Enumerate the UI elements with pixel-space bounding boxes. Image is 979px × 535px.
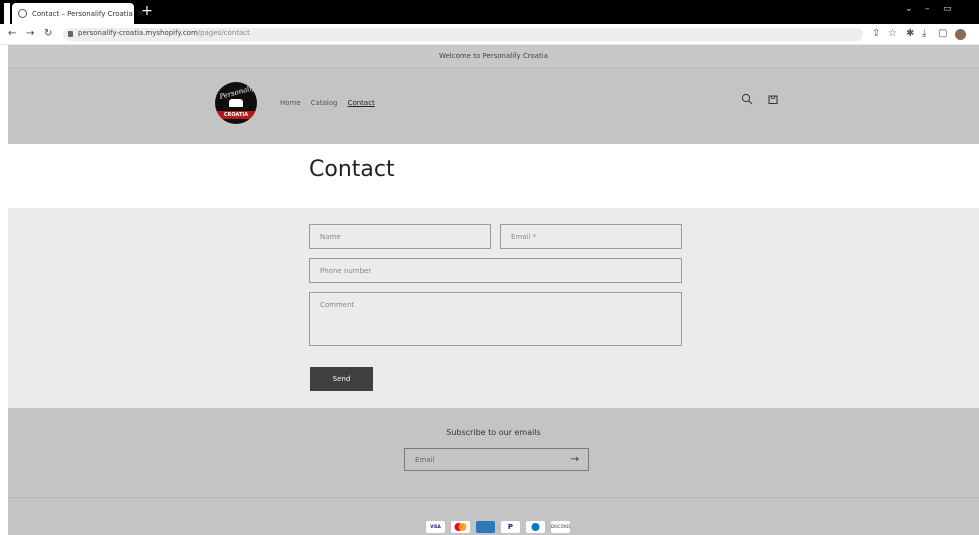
visa-icon: VISA (426, 521, 445, 533)
email-field[interactable]: Email * (500, 224, 682, 249)
web-page: Welcome to Personalify Croatia Personali… (8, 45, 979, 535)
share-icon[interactable]: ⇪ (872, 28, 880, 39)
main-navigation: Home Catalog Contact (280, 99, 375, 107)
payment-icons: VISA P DISCOVER (426, 521, 570, 533)
download-icon[interactable]: ⤓ (922, 28, 926, 39)
site-footer: Subscribe to our emails Email → VISA P D… (8, 408, 979, 535)
subscribe-arrow-icon[interactable]: → (571, 454, 579, 465)
tab-title: Contact – Personalify Croatia (32, 9, 133, 18)
lock-icon (68, 31, 73, 37)
newsletter-email-placeholder: Email (415, 456, 435, 464)
header-icons (741, 93, 779, 105)
page-title-section: Contact (8, 144, 979, 208)
name-field[interactable]: Name (309, 224, 491, 249)
nav-home-link[interactable]: Home (280, 99, 301, 107)
subscribe-title: Subscribe to our emails (446, 428, 541, 437)
discover-icon: DISCOVER (551, 521, 570, 533)
paypal-icon: P (501, 521, 520, 533)
store-logo[interactable]: Personalify CROATIA (215, 82, 257, 124)
tab-strip-edge (4, 3, 10, 24)
back-arrow-icon[interactable]: ← (8, 28, 16, 39)
phone-placeholder: Phone number (320, 267, 372, 275)
announcement-bar: Welcome to Personalify Croatia (8, 45, 979, 68)
cart-icon[interactable] (767, 93, 779, 105)
logo-hat-graphic (229, 99, 243, 107)
sidebar-icon[interactable]: ▢ (938, 28, 947, 39)
comment-field[interactable]: Comment (309, 292, 682, 346)
reload-icon[interactable]: ↻ (44, 28, 52, 39)
browser-tab[interactable]: Contact – Personalify Croatia × (12, 3, 144, 24)
extensions-icon[interactable]: ✱ (906, 28, 914, 39)
url-field[interactable]: personalify-croatia.myshopify.com/pages/… (63, 28, 863, 41)
send-button[interactable]: Send (310, 367, 373, 391)
favicon-icon (18, 9, 27, 18)
page-title: Contact (309, 157, 395, 182)
phone-field[interactable]: Phone number (309, 258, 682, 283)
name-placeholder: Name (320, 233, 341, 241)
address-bar: ← → ↻ personalify-croatia.myshopify.com/… (0, 24, 979, 45)
newsletter-email-input[interactable]: Email → (404, 448, 589, 471)
nav-catalog-link[interactable]: Catalog (311, 99, 338, 107)
footer-divider (8, 497, 979, 498)
mastercard-icon (451, 521, 470, 533)
minimize-icon[interactable]: – (925, 4, 930, 14)
profile-avatar[interactable] (955, 29, 966, 40)
tab-search-icon[interactable]: ⌄ (905, 4, 913, 14)
search-icon[interactable] (741, 93, 753, 105)
forward-arrow-icon[interactable]: → (26, 28, 34, 39)
url-text: personalify-croatia.myshopify.com/pages/… (78, 29, 250, 37)
amex-icon (476, 521, 495, 533)
contact-form: Name Email * Phone number Comment Send (8, 208, 979, 408)
site-header: Personalify CROATIA Home Catalog Contact (8, 68, 979, 144)
logo-banner-text: CROATIA (217, 111, 255, 119)
diners-club-icon (526, 521, 545, 533)
restore-icon[interactable]: ▭ (943, 4, 952, 14)
email-placeholder: Email * (511, 233, 537, 241)
comment-placeholder: Comment (320, 301, 355, 309)
bookmark-star-icon[interactable]: ☆ (888, 28, 897, 39)
new-tab-button[interactable]: + (139, 4, 155, 19)
nav-contact-link[interactable]: Contact (348, 99, 375, 107)
browser-tab-bar: Contact – Personalify Croatia × + ⌄ – ▭ (0, 0, 979, 24)
